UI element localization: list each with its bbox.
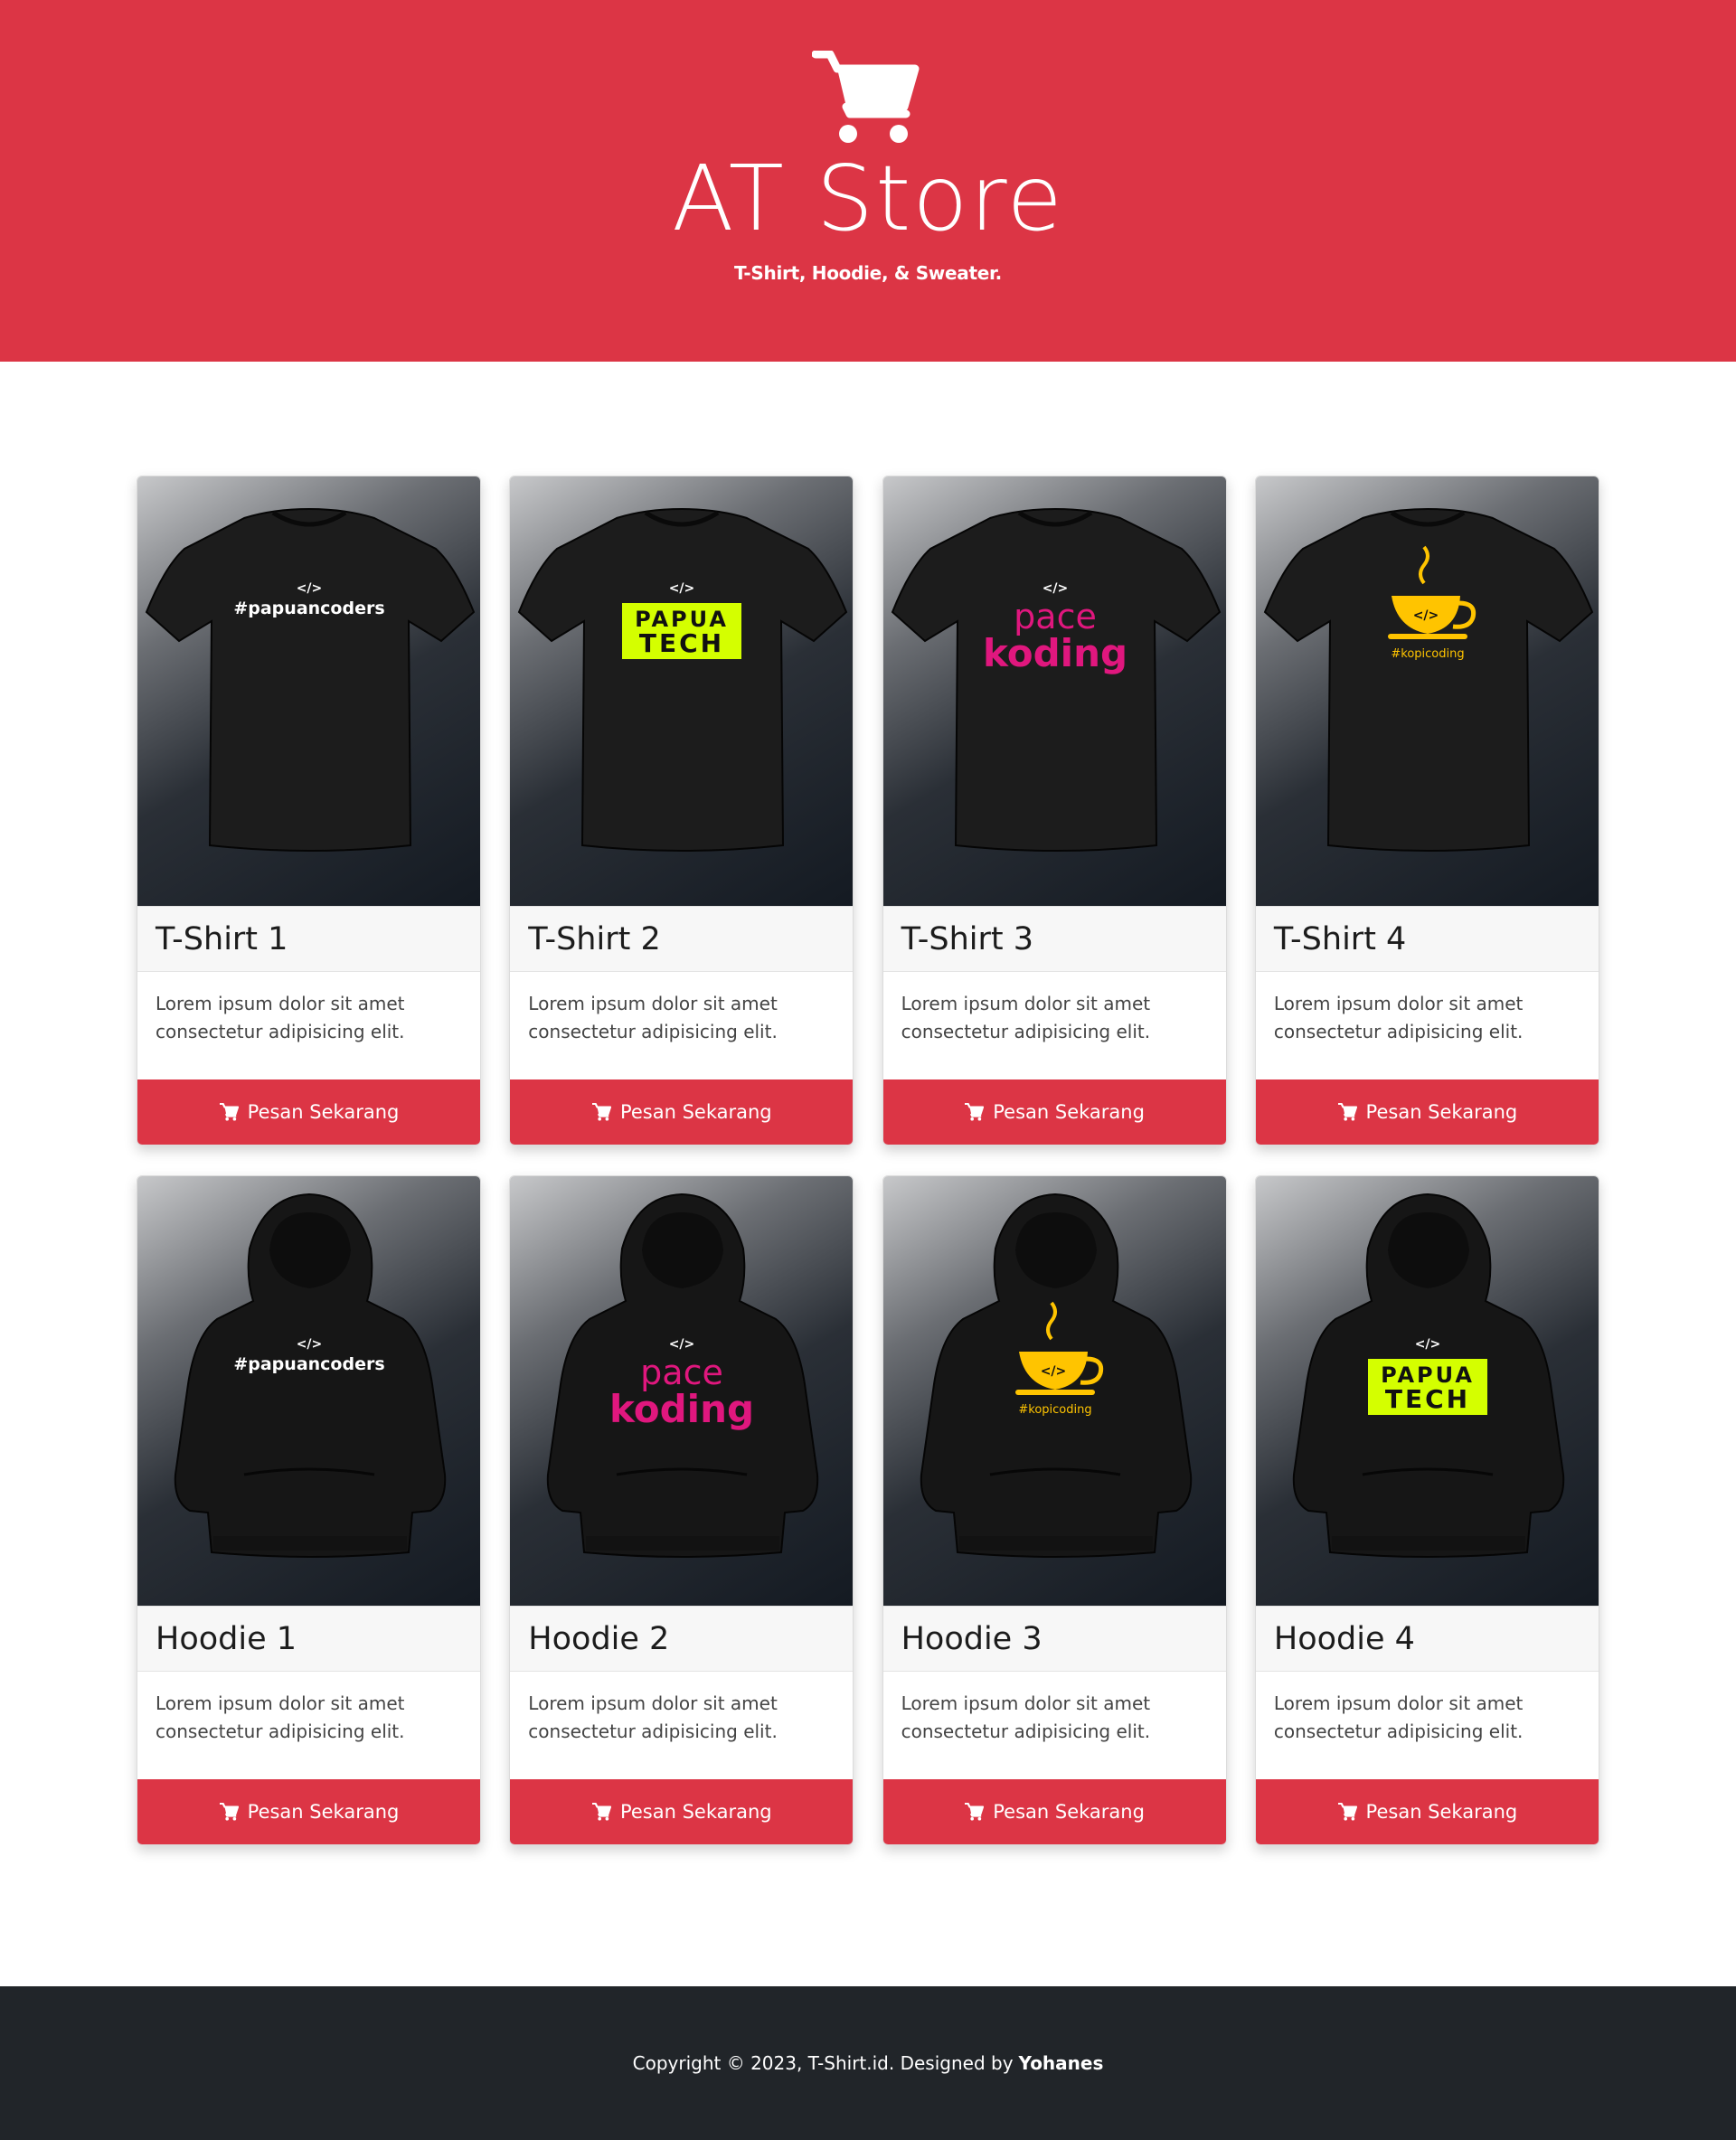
product-image[interactable]: </></>#kopicoding (1255, 476, 1599, 906)
product-card: </> PAPUA TECH Hoodie 4 Lorem ipsum dolor si… (1254, 1175, 1599, 1845)
product-title: T-Shirt 3 (882, 906, 1226, 972)
tshirt-image: </></>#kopicoding (1263, 507, 1594, 852)
code-logo-print: </> (669, 581, 695, 596)
order-now-label: Pesan Sekarang (619, 1101, 772, 1123)
product-image[interactable]: </> PAPUA TECH (1255, 1176, 1599, 1606)
svg-text:</>: </> (1413, 608, 1439, 623)
cart-icon (1337, 1103, 1357, 1121)
order-now-label: Pesan Sekarang (619, 1801, 772, 1823)
order-now-button[interactable]: Pesan Sekarang (137, 1779, 480, 1844)
copyright-text: Copyright © 2023, T-Shirt.id. Designed b… (632, 2052, 1014, 2074)
product-image[interactable]: </> #papuancoders (137, 476, 480, 906)
shopping-cart-icon (812, 51, 920, 143)
code-logo-print: </> (669, 1337, 695, 1352)
hoodie-image: </> #papuancoders (174, 1193, 447, 1558)
product-card: </></>#kopicodingT-Shirt 4Lorem ipsum do… (1254, 476, 1599, 1145)
product-title: Hoodie 3 (882, 1606, 1226, 1672)
product-description: Lorem ipsum dolor sit amet consectetur a… (528, 1692, 778, 1742)
order-now-button[interactable]: Pesan Sekarang (510, 1779, 854, 1844)
order-now-label: Pesan Sekarang (1365, 1101, 1518, 1123)
svg-text:</>: </> (1040, 1364, 1066, 1379)
page-footer: Copyright © 2023, T-Shirt.id. Designed b… (0, 1986, 1736, 2140)
code-logo-print: </> (1415, 1337, 1441, 1352)
order-now-button[interactable]: Pesan Sekarang (1255, 1779, 1599, 1844)
cart-icon (219, 1103, 239, 1121)
order-now-label: Pesan Sekarang (247, 1801, 400, 1823)
author-name: Yohanes (1018, 2052, 1104, 2074)
order-now-button[interactable]: Pesan Sekarang (1255, 1079, 1599, 1145)
cart-icon (1337, 1803, 1357, 1821)
print-text: koding (983, 631, 1127, 675)
product-description: Lorem ipsum dolor sit amet consectetur a… (1273, 1692, 1524, 1742)
product-title: T-Shirt 4 (1255, 906, 1599, 972)
hero-header: AT Store T-Shirt, Hoodie, & Sweater. (0, 0, 1736, 362)
cart-icon (965, 1803, 985, 1821)
product-title: Hoodie 1 (137, 1606, 480, 1672)
product-description: Lorem ipsum dolor sit amet consectetur a… (1273, 993, 1524, 1042)
hoodie-image: </>PAPUATECH (1292, 1193, 1565, 1558)
product-image[interactable]: </> pace koding (882, 476, 1226, 906)
cart-icon (219, 1803, 239, 1821)
order-now-label: Pesan Sekarang (993, 1801, 1145, 1823)
code-logo-print: </> (297, 581, 323, 596)
print-text: koding (609, 1387, 754, 1431)
print-text: #papuancoders (233, 1354, 384, 1374)
product-title: T-Shirt 2 (510, 906, 854, 972)
print-text: #kopicoding (1018, 1403, 1091, 1417)
tshirt-image: </> #papuancoders (145, 507, 476, 852)
product-title: T-Shirt 1 (137, 906, 480, 972)
product-description: Lorem ipsum dolor sit amet consectetur a… (901, 993, 1151, 1042)
tshirt-image: </>pacekoding (891, 507, 1221, 852)
print-text: #papuancoders (233, 599, 384, 618)
order-now-button[interactable]: Pesan Sekarang (510, 1079, 854, 1145)
print-text: #kopicoding (1391, 647, 1464, 661)
order-now-label: Pesan Sekarang (247, 1101, 400, 1123)
hoodie-image: </>pacekoding (547, 1193, 819, 1558)
cart-icon (591, 1103, 611, 1121)
print-text: TECH (1385, 1384, 1470, 1414)
product-title: Hoodie 4 (1255, 1606, 1599, 1672)
product-card: </> pace koding T-Shirt 3 Lorem ipsum dolor … (882, 476, 1227, 1145)
order-now-label: Pesan Sekarang (993, 1101, 1145, 1123)
order-now-button[interactable]: Pesan Sekarang (882, 1779, 1226, 1844)
code-logo-print: </> (1042, 581, 1068, 596)
store-title: AT Store (672, 146, 1064, 251)
product-card: </> PAPUA TECH T-Shirt 2 Lorem ipsum dolor s… (509, 476, 854, 1145)
product-grid: </> #papuancoders T-Shirt 1 Lorem ipsum dol… (137, 476, 1599, 1845)
order-now-button[interactable]: Pesan Sekarang (137, 1079, 480, 1145)
product-image[interactable]: </></>#kopicoding (882, 1176, 1226, 1606)
store-tagline: T-Shirt, Hoodie, & Sweater. (734, 262, 1002, 284)
product-card: </> pace koding Hoodie 2 Lorem ipsum dolor s… (509, 1175, 854, 1845)
order-now-label: Pesan Sekarang (1365, 1801, 1518, 1823)
hoodie-image: </></>#kopicoding (920, 1193, 1192, 1558)
product-card: </> #papuancoders Hoodie 1 Lorem ipsum dolo… (137, 1175, 481, 1845)
code-logo-print: </> (297, 1337, 323, 1352)
product-card: </> #papuancoders T-Shirt 1 Lorem ipsum dol… (137, 476, 481, 1145)
product-title: Hoodie 2 (510, 1606, 854, 1672)
product-description: Lorem ipsum dolor sit amet consectetur a… (156, 1692, 405, 1742)
product-card: </></>#kopicodingHoodie 3Lorem ipsum dol… (882, 1175, 1227, 1845)
product-image[interactable]: </> PAPUA TECH (510, 476, 854, 906)
cart-icon (965, 1103, 985, 1121)
product-description: Lorem ipsum dolor sit amet consectetur a… (156, 993, 405, 1042)
product-image[interactable]: </> #papuancoders (137, 1176, 480, 1606)
product-image[interactable]: </> pace koding (510, 1176, 854, 1606)
cart-icon (591, 1803, 611, 1821)
order-now-button[interactable]: Pesan Sekarang (882, 1079, 1226, 1145)
print-text: TECH (639, 628, 724, 658)
product-description: Lorem ipsum dolor sit amet consectetur a… (901, 1692, 1151, 1742)
tshirt-image: </>PAPUATECH (518, 507, 848, 852)
product-description: Lorem ipsum dolor sit amet consectetur a… (528, 993, 778, 1042)
